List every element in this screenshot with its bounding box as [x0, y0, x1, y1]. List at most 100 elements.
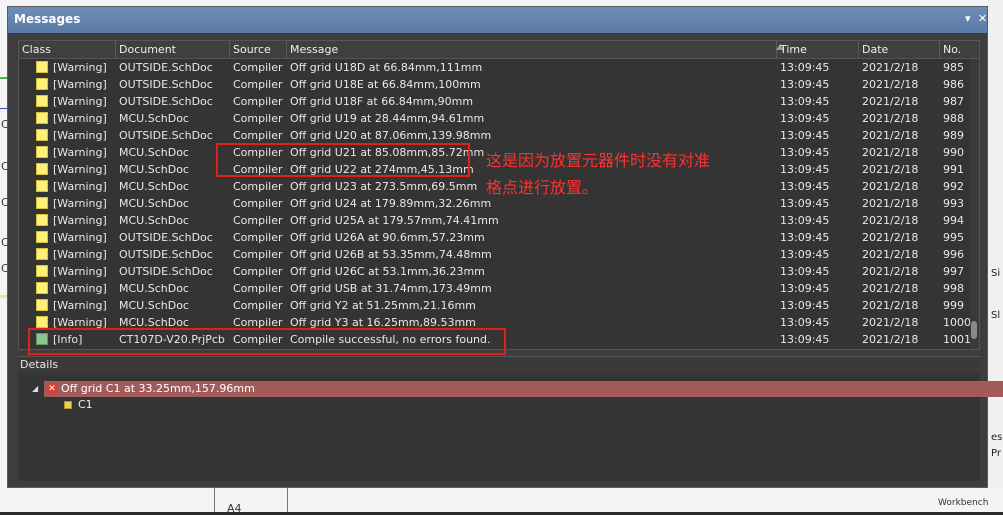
table-row[interactable]: [Warning] OUTSIDE.SchDoc Compiler Off grid … [19, 263, 967, 280]
warning-icon [36, 146, 48, 158]
background-text: Pr [991, 448, 1001, 459]
background-text: Sl [991, 310, 1001, 321]
cell-class: [Warning] [53, 78, 107, 91]
table-row[interactable]: [Warning] OUTSIDE.SchDoc Compiler Off grid … [19, 127, 967, 144]
details-selected-row[interactable]: ✕ Off grid C1 at 33.25mm,157.96mm [44, 381, 1003, 397]
cell-date: 2021/2/18 [862, 95, 919, 108]
cell-source: Compiler [233, 95, 283, 108]
annotation-text: 这是因为放置元器件时没有对准 格点进行放置。 [486, 147, 786, 201]
cell-source: Compiler [233, 214, 283, 227]
warning-icon [36, 78, 48, 90]
cell-document: MCU.SchDoc [119, 112, 189, 125]
cell-time: 13:09:45 [780, 129, 830, 142]
column-header-document[interactable]: Document [116, 41, 230, 58]
cell-class: [Warning] [53, 61, 107, 74]
column-header-date[interactable]: Date [859, 41, 940, 58]
cell-message: Off grid U18E at 66.84mm,100mm [290, 78, 481, 91]
cell-class: [Warning] [53, 282, 107, 295]
background-right-strip: Si Sl es Pr [988, 0, 1003, 512]
table-row[interactable]: [Warning] MCU.SchDoc Compiler Off grid USB … [19, 280, 967, 297]
cell-message: Off grid U26B at 53.35mm,74.48mm [290, 248, 492, 261]
details-selected-text: Off grid C1 at 33.25mm,157.96mm [61, 382, 255, 395]
cell-time: 13:09:45 [780, 112, 830, 125]
close-icon[interactable]: ✕ [978, 12, 987, 25]
cell-document: MCU.SchDoc [119, 197, 189, 210]
cell-date: 2021/2/18 [862, 333, 919, 346]
warning-icon [36, 61, 48, 73]
expand-icon[interactable]: ◢ [32, 384, 38, 393]
column-header-source[interactable]: Source [230, 41, 287, 58]
cell-date: 2021/2/18 [862, 146, 919, 159]
cell-time: 13:09:45 [780, 265, 830, 278]
cell-time: 13:09:45 [780, 78, 830, 91]
warning-icon [36, 95, 48, 107]
cell-message: Off grid U26C at 53.1mm,36.23mm [290, 265, 485, 278]
table-row[interactable]: [Warning] MCU.SchDoc Compiler Off grid U25A… [19, 212, 967, 229]
table-row[interactable]: [Warning] OUTSIDE.SchDoc Compiler Off grid … [19, 229, 967, 246]
cell-class: [Warning] [53, 163, 107, 176]
warning-icon [36, 282, 48, 294]
cell-date: 2021/2/18 [862, 78, 919, 91]
cell-message: Off grid U18F at 66.84mm,90mm [290, 95, 474, 108]
table-row[interactable]: [Warning] OUTSIDE.SchDoc Compiler Off grid … [19, 93, 967, 110]
cell-source: Compiler [233, 112, 283, 125]
warning-icon [36, 316, 48, 328]
background-text: Si [991, 268, 1001, 279]
cell-message: Off grid U25A at 179.57mm,74.41mm [290, 214, 499, 227]
annotation-line: 格点进行放置。 [486, 178, 599, 197]
cell-date: 2021/2/18 [862, 214, 919, 227]
warning-icon [36, 197, 48, 209]
highlight-box [28, 328, 506, 355]
vertical-scrollbar[interactable] [970, 59, 979, 349]
panel-menu-icon[interactable]: ▾ [965, 12, 971, 25]
warning-icon [36, 231, 48, 243]
cell-class: [Warning] [53, 180, 107, 193]
table-row[interactable]: [Warning] MCU.SchDoc Compiler Off grid Y2 a… [19, 297, 967, 314]
cell-source: Compiler [233, 231, 283, 244]
column-header-message[interactable]: Message [287, 41, 777, 58]
cell-message: Off grid Y2 at 51.25mm,21.16mm [290, 299, 476, 312]
column-header-time[interactable]: Time [777, 41, 859, 58]
cell-time: 13:09:45 [780, 95, 830, 108]
cell-class: [Warning] [53, 248, 107, 261]
cell-time: 13:09:45 [780, 248, 830, 261]
cell-date: 2021/2/18 [862, 61, 919, 74]
cell-time: 13:09:45 [780, 146, 830, 159]
cell-document: MCU.SchDoc [119, 282, 189, 295]
annotation-line: 这是因为放置元器件时没有对准 [486, 151, 711, 170]
background-text: Workbench [938, 498, 989, 508]
cell-document: MCU.SchDoc [119, 163, 189, 176]
panel-titlebar[interactable]: Messages ▾ ✕ [8, 7, 987, 33]
background-text: es [991, 432, 1003, 443]
column-header-number[interactable]: No. [940, 41, 979, 58]
table-row[interactable]: [Warning] OUTSIDE.SchDoc Compiler Off grid … [19, 59, 967, 76]
cell-message: Off grid U20 at 87.06mm,139.98mm [290, 129, 492, 142]
warning-icon [36, 299, 48, 311]
cell-date: 2021/2/18 [862, 231, 919, 244]
cell-date: 2021/2/18 [862, 316, 919, 329]
scrollbar-thumb[interactable] [971, 321, 977, 339]
cell-time: 13:09:45 [780, 197, 830, 210]
sheet-border [287, 488, 288, 512]
warning-icon [36, 180, 48, 192]
warning-icon [36, 129, 48, 141]
error-icon: ✕ [46, 383, 58, 395]
cell-class: [Warning] [53, 112, 107, 125]
cell-time: 13:09:45 [780, 231, 830, 244]
cell-time: 13:09:45 [780, 316, 830, 329]
details-title: Details [20, 358, 59, 371]
highlight-box [216, 143, 470, 177]
warning-icon [36, 265, 48, 277]
cell-date: 2021/2/18 [862, 197, 919, 210]
table-row[interactable]: [Warning] OUTSIDE.SchDoc Compiler Off grid … [19, 76, 967, 93]
sheet-border [214, 488, 215, 512]
table-row[interactable]: [Warning] OUTSIDE.SchDoc Compiler Off grid … [19, 246, 967, 263]
column-header-class[interactable]: Class [19, 41, 116, 58]
cell-document: MCU.SchDoc [119, 214, 189, 227]
cell-time: 13:09:45 [780, 282, 830, 295]
cell-class: [Warning] [53, 231, 107, 244]
cell-time: 13:09:45 [780, 299, 830, 312]
grid-header: Class Document Source Message Time Date … [19, 41, 979, 59]
table-row[interactable]: [Warning] MCU.SchDoc Compiler Off grid U19 … [19, 110, 967, 127]
cell-source: Compiler [233, 265, 283, 278]
